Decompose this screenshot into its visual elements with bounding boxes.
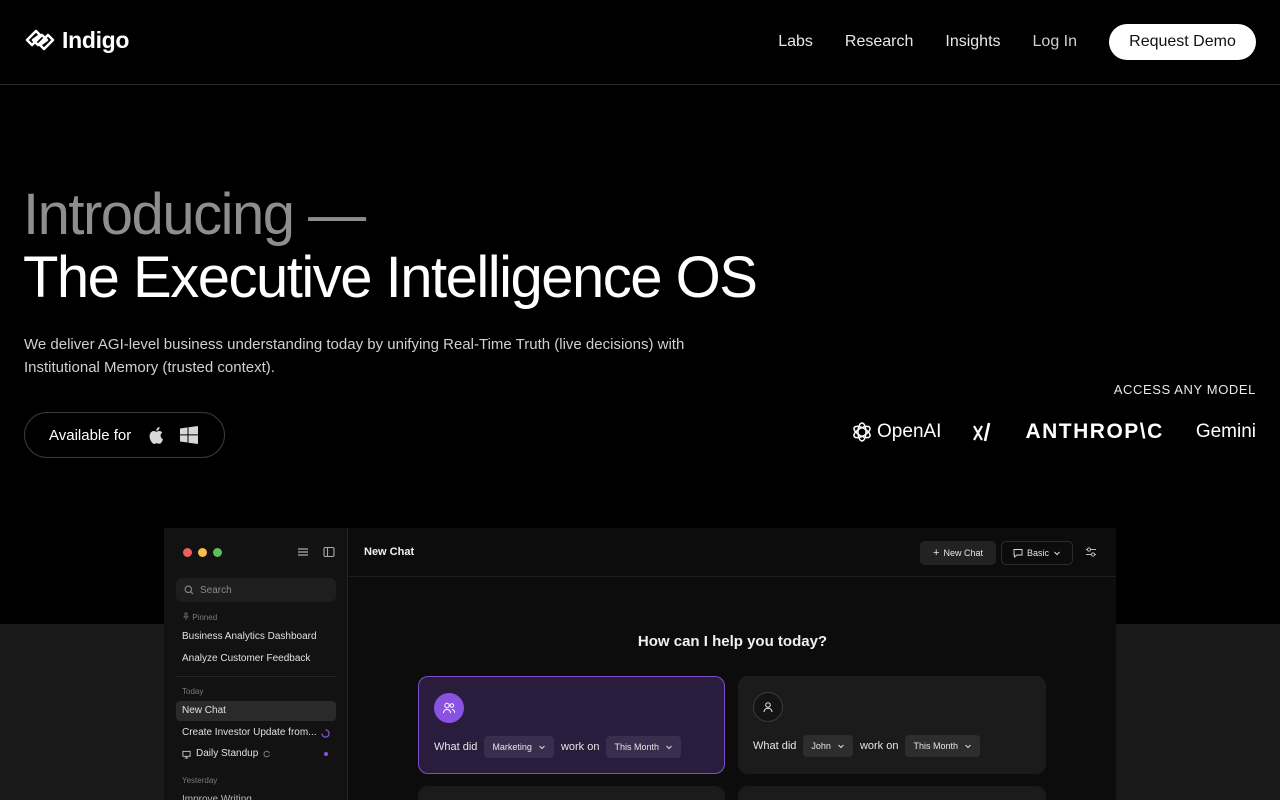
sidebar-item-customer-feedback[interactable]: Analyze Customer Feedback xyxy=(176,649,336,669)
apple-icon[interactable] xyxy=(147,425,167,445)
chevron-down-icon xyxy=(666,745,672,750)
gemini-logo: Gemini xyxy=(1196,421,1256,443)
login-link[interactable]: Log In xyxy=(1033,24,1077,60)
sidebar-item-investor-update[interactable]: Create Investor Update from... xyxy=(176,723,336,743)
sidebar-item-business-analytics[interactable]: Business Analytics Dashboard xyxy=(176,627,336,647)
openai-logo: OpenAI xyxy=(850,420,941,444)
indigo-logo-icon xyxy=(25,29,55,51)
prompt-card-placeholder[interactable] xyxy=(738,786,1046,800)
available-for-label: Available for xyxy=(49,426,132,444)
openai-icon xyxy=(853,422,871,442)
prompt-heading: How can I help you today? xyxy=(637,633,828,650)
sidebar-toolbar xyxy=(297,546,335,558)
prompt-card-person[interactable]: What did John work on This Month xyxy=(738,676,1046,774)
window-controls xyxy=(183,548,222,557)
brand-name: Indigo xyxy=(62,26,130,53)
period-select[interactable]: This Month xyxy=(606,736,681,758)
new-chat-button[interactable]: + New Chat xyxy=(920,541,996,565)
chat-main: New Chat + New Chat Basic How can I help… xyxy=(349,528,1116,800)
sidebar-toggle-icon[interactable] xyxy=(323,546,335,558)
maximize-dot[interactable] xyxy=(213,548,222,557)
sidebar-item-improve-writing[interactable]: Improve Writing xyxy=(176,790,336,800)
hero-description: We deliver AGI-level business understand… xyxy=(24,336,685,376)
loading-spinner-icon xyxy=(321,728,330,738)
pinned-section-label: Pinned xyxy=(182,612,217,622)
chevron-down-icon xyxy=(965,744,971,749)
hero-intro: Introducing — xyxy=(23,182,366,247)
access-models-label: ACCESS ANY MODEL xyxy=(1113,382,1256,397)
sidebar-item-daily-standup[interactable]: Daily Standup xyxy=(176,744,336,764)
prompt-card-placeholder[interactable] xyxy=(418,786,725,800)
close-dot[interactable] xyxy=(183,548,192,557)
minimize-dot[interactable] xyxy=(198,548,207,557)
nav-link-labs[interactable]: Labs xyxy=(778,24,813,60)
nav-link-research[interactable]: Research xyxy=(845,24,913,60)
settings-sliders-icon[interactable] xyxy=(1085,546,1097,558)
pin-icon xyxy=(183,612,189,620)
chat-title: New Chat xyxy=(364,546,415,558)
anthropic-logo: ANTHROP\C xyxy=(1025,420,1164,443)
openai-label: OpenAI xyxy=(877,421,942,442)
team-icon xyxy=(434,693,464,723)
model-logos: OpenAI ANTHROP\C Gemini xyxy=(818,416,1256,448)
plus-icon: + xyxy=(933,547,940,559)
search-icon xyxy=(184,585,194,595)
unread-dot xyxy=(324,752,328,756)
chevron-down-icon xyxy=(1054,551,1060,556)
xai-logo xyxy=(973,421,993,443)
windows-icon[interactable] xyxy=(179,425,199,445)
sidebar-divider xyxy=(176,676,336,677)
search-placeholder: Search xyxy=(200,584,232,596)
team-select[interactable]: Marketing xyxy=(484,736,554,758)
prompt-sentence: What did John work on This Month xyxy=(753,735,987,757)
site-header: Indigo Labs Research Insights Log In Req… xyxy=(0,0,1280,85)
nav-link-insights[interactable]: Insights xyxy=(945,24,1000,60)
sidebar-item-new-chat[interactable]: New Chat xyxy=(176,701,336,721)
sidebar-search-input[interactable]: Search xyxy=(176,578,336,602)
chat-bubble-icon xyxy=(1013,549,1023,558)
monitor-icon xyxy=(182,750,191,759)
chevron-down-icon xyxy=(539,745,545,750)
yesterday-section-label: Yesterday xyxy=(182,776,218,785)
mode-select[interactable]: Basic xyxy=(1001,541,1073,565)
hero-title: The Executive Intelligence OS xyxy=(23,245,758,310)
brand-logo[interactable]: Indigo xyxy=(24,26,129,54)
period-select[interactable]: This Month xyxy=(905,735,981,757)
chat-header: New Chat + New Chat Basic xyxy=(349,528,1116,577)
sync-icon xyxy=(263,750,271,758)
app-preview-window: Search Pinned Business Analytics Dashboa… xyxy=(164,528,1116,800)
today-section-label: Today xyxy=(182,687,204,696)
person-icon xyxy=(753,692,783,722)
available-for-pill[interactable]: Available for xyxy=(24,412,225,458)
person-select[interactable]: John xyxy=(803,735,853,757)
xai-icon xyxy=(973,422,991,442)
main-nav: Labs Research Insights Log In Request De… xyxy=(778,24,1256,60)
gemini-label: Gemini xyxy=(1195,421,1256,442)
prompt-card-team[interactable]: What did Marketing work on This Month xyxy=(418,676,725,774)
menu-icon[interactable] xyxy=(297,546,309,558)
prompt-sentence: What did Marketing work on This Month xyxy=(434,736,688,758)
request-demo-button[interactable]: Request Demo xyxy=(1109,24,1256,60)
app-sidebar: Search Pinned Business Analytics Dashboa… xyxy=(164,528,348,800)
chevron-down-icon xyxy=(838,744,844,749)
